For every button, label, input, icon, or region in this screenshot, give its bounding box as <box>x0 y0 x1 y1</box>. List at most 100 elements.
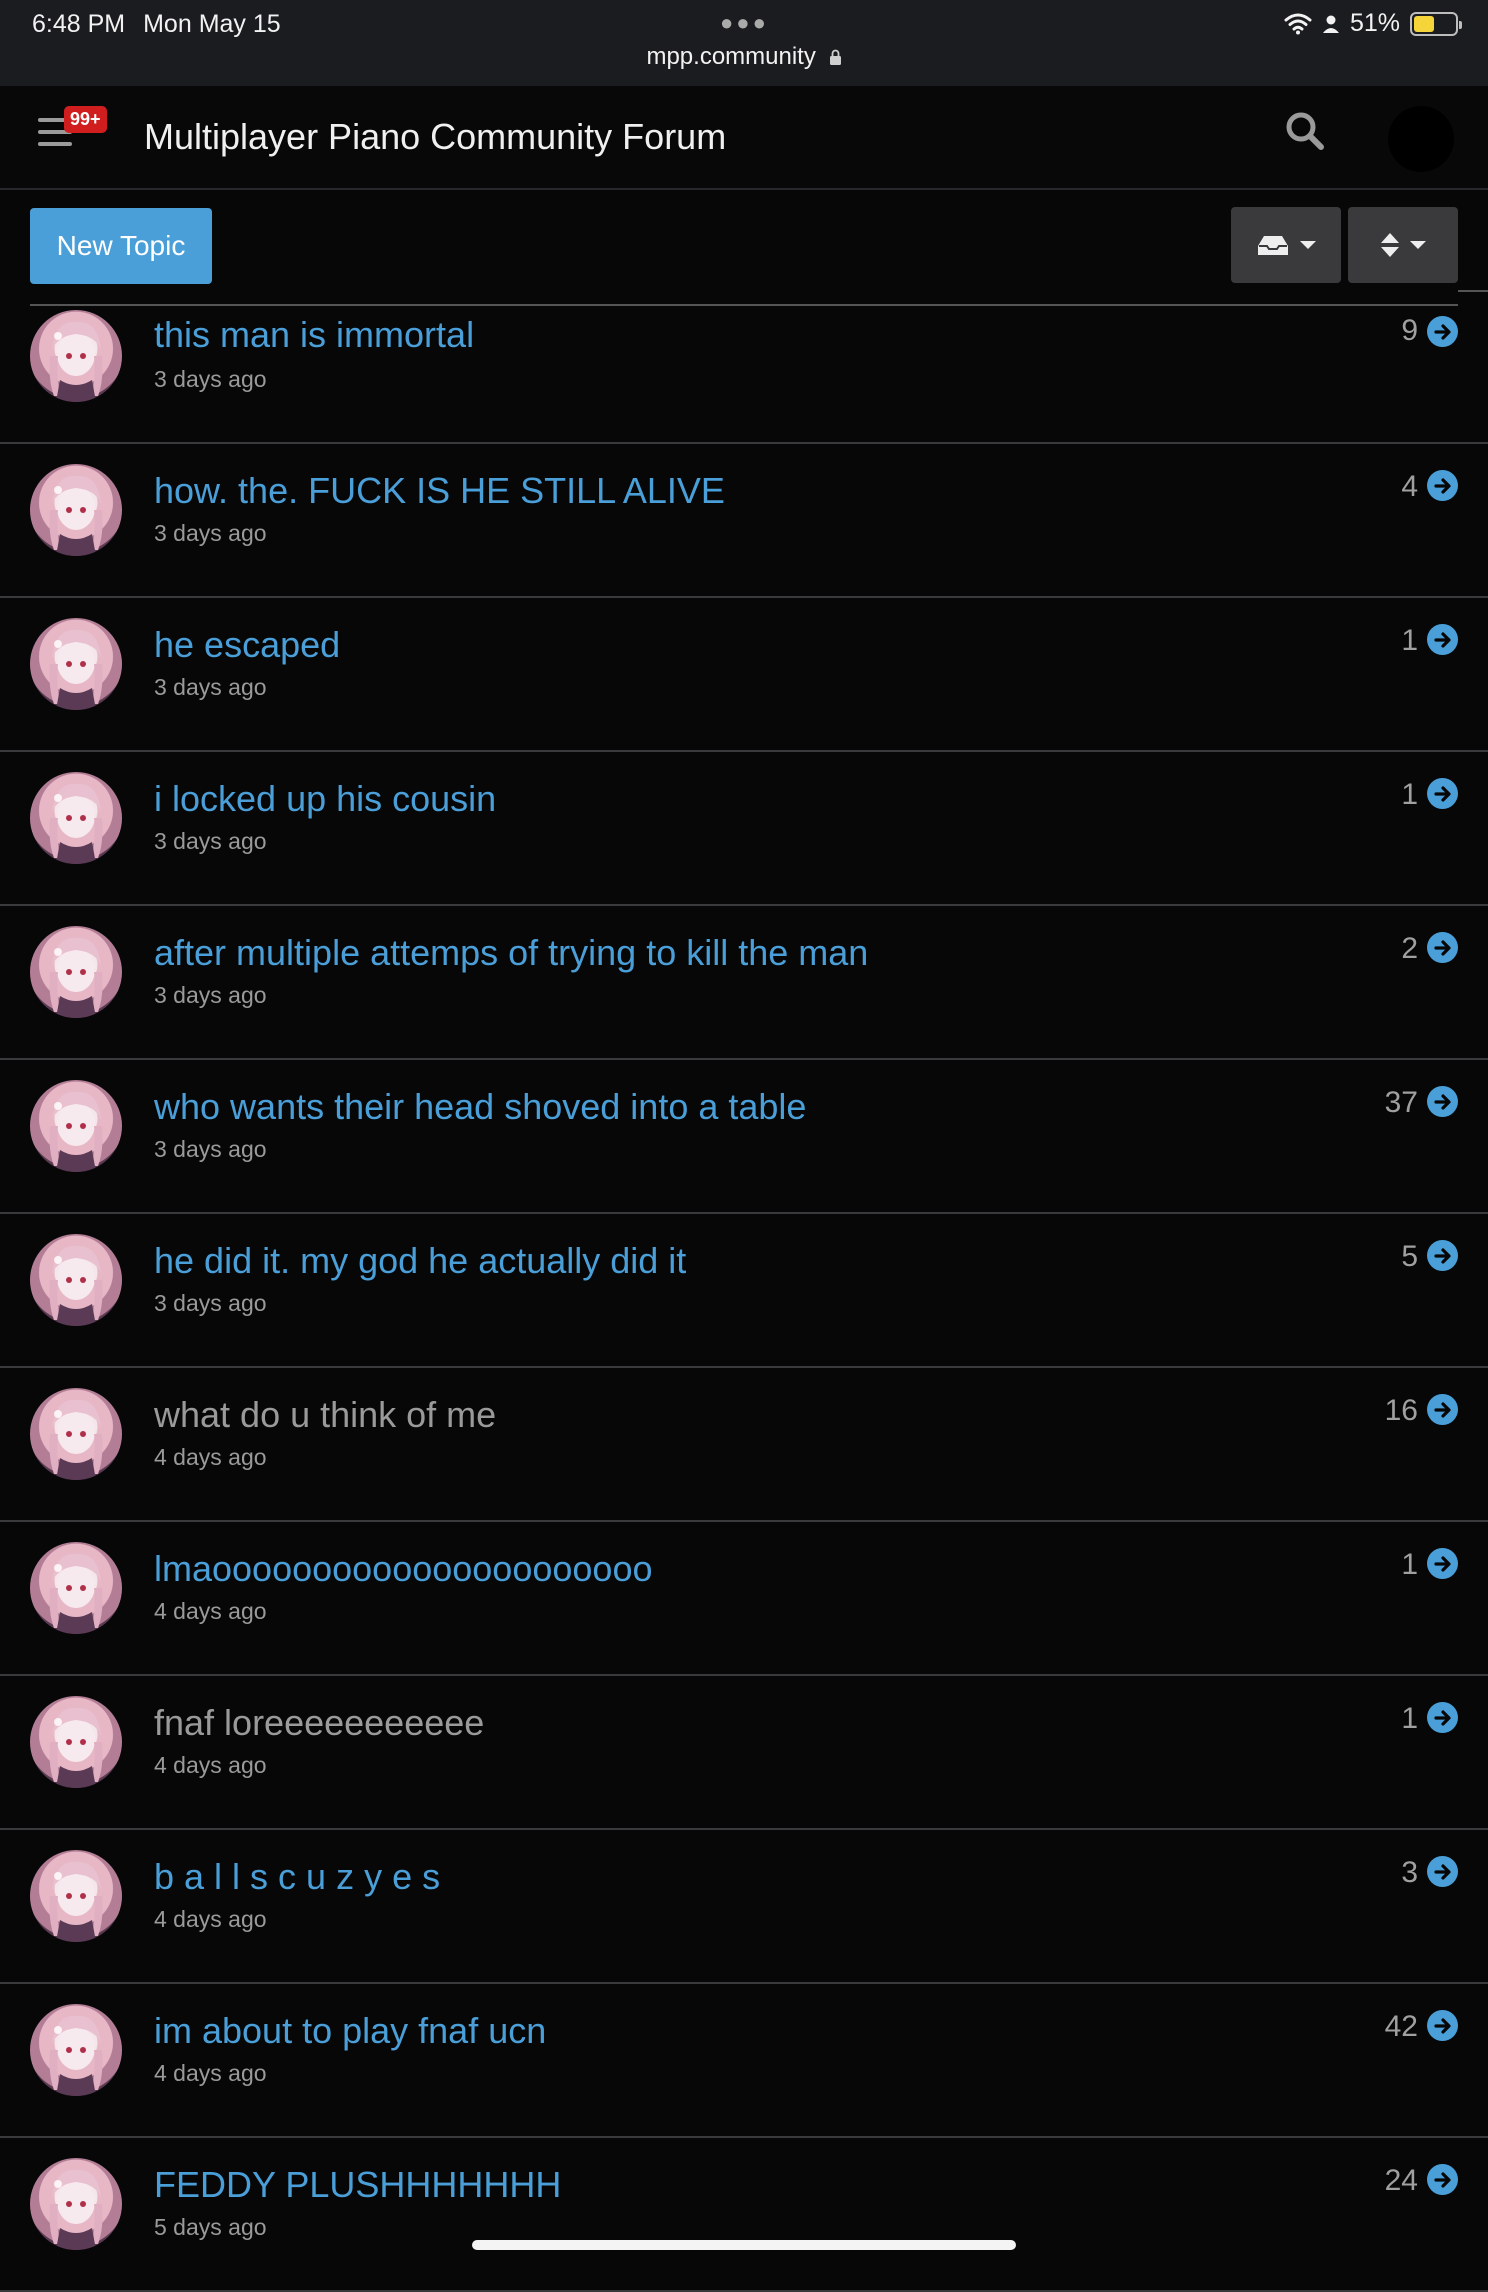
topic-reply-count: 1 <box>1401 778 1418 811</box>
topic-author-avatar[interactable] <box>30 926 122 1018</box>
arrow-circle-right-icon[interactable] <box>1427 778 1458 809</box>
topic-activity-time: 4 days ago <box>154 2060 267 2086</box>
arrow-circle-right-icon[interactable] <box>1427 470 1458 501</box>
topic-author-avatar[interactable] <box>30 772 122 864</box>
status-indicators: 51% <box>1284 9 1462 38</box>
topic-row[interactable]: im about to play fnaf ucn 4 days ago 42 <box>0 1984 1488 2138</box>
arrow-circle-right-icon[interactable] <box>1427 1702 1458 1733</box>
topic-row[interactable]: lmaoooooooooooooooooooooo 4 days ago 1 <box>0 1522 1488 1676</box>
topic-reply-count: 9 <box>1401 314 1418 347</box>
topic-row[interactable]: he escaped 3 days ago 1 <box>0 598 1488 752</box>
topic-title[interactable]: FEDDY PLUSHHHHHHH <box>154 2164 561 2206</box>
topic-title[interactable]: this man is immortal <box>154 314 474 356</box>
topic-title[interactable]: lmaoooooooooooooooooooooo <box>154 1548 652 1590</box>
avatar-portrait <box>49 1091 103 1172</box>
topic-list: this man is immortal 3 days ago 9 how. the.… <box>0 306 1488 2292</box>
topic-title[interactable]: im about to play fnaf ucn <box>154 2010 546 2052</box>
topic-reply-count: 3 <box>1401 1856 1418 1889</box>
topic-title[interactable]: after multiple attemps of trying to kill… <box>154 932 868 974</box>
more-dots-icon[interactable]: ●●● <box>720 10 769 36</box>
topic-title[interactable]: what do u think of me <box>154 1394 496 1436</box>
watch-filter-button[interactable] <box>1231 207 1341 283</box>
arrow-circle-right-icon[interactable] <box>1427 2010 1458 2041</box>
person-icon <box>1322 15 1339 33</box>
topic-author-avatar[interactable] <box>30 310 122 402</box>
status-clock: 6:48 PM Mon May 15 <box>32 10 281 39</box>
avatar-portrait <box>49 475 103 556</box>
user-avatar[interactable] <box>1388 106 1454 172</box>
topic-reply-count: 37 <box>1384 1086 1418 1119</box>
topic-activity-time: 4 days ago <box>154 1906 267 1932</box>
toolbar-divider-right <box>1458 290 1488 292</box>
url-text: mpp.community <box>646 43 816 70</box>
sort-button[interactable] <box>1348 207 1458 283</box>
topic-title[interactable]: how. the. FUCK IS HE STILL ALIVE <box>154 470 725 512</box>
topic-author-avatar[interactable] <box>30 464 122 556</box>
topic-activity-time: 4 days ago <box>154 1752 267 1778</box>
topic-title[interactable]: i locked up his cousin <box>154 778 496 820</box>
arrow-circle-right-icon[interactable] <box>1427 316 1458 347</box>
topic-reply-count: 2 <box>1401 932 1418 965</box>
topic-activity-time: 3 days ago <box>154 1290 267 1316</box>
topic-row[interactable]: b a l l s c u z y e s 4 days ago 3 <box>0 1830 1488 1984</box>
avatar-portrait <box>49 2015 103 2096</box>
new-topic-button[interactable]: New Topic <box>30 208 212 284</box>
chevron-down-icon <box>1410 241 1426 249</box>
topic-author-avatar[interactable] <box>30 2158 122 2250</box>
arrow-circle-right-icon[interactable] <box>1427 1856 1458 1887</box>
topic-activity-time: 3 days ago <box>154 520 267 546</box>
arrow-circle-right-icon[interactable] <box>1427 932 1458 963</box>
topic-title[interactable]: fnaf loreeeeeeeeeee <box>154 1702 484 1744</box>
status-date: Mon May 15 <box>143 10 281 38</box>
arrow-circle-right-icon[interactable] <box>1427 1548 1458 1579</box>
url-bar[interactable]: mpp.community <box>0 43 1488 71</box>
topic-author-avatar[interactable] <box>30 1234 122 1326</box>
topic-author-avatar[interactable] <box>30 1388 122 1480</box>
topic-author-avatar[interactable] <box>30 618 122 710</box>
arrow-circle-right-icon[interactable] <box>1427 624 1458 655</box>
avatar-portrait <box>49 1553 103 1634</box>
avatar-portrait <box>49 1399 103 1480</box>
topic-row[interactable]: how. the. FUCK IS HE STILL ALIVE 3 days a… <box>0 444 1488 598</box>
topic-activity-time: 3 days ago <box>154 1136 267 1162</box>
topic-row[interactable]: i locked up his cousin 3 days ago 1 <box>0 752 1488 906</box>
search-icon[interactable] <box>1280 106 1332 158</box>
topic-row[interactable]: he did it. my god he actually did it 3 da… <box>0 1214 1488 1368</box>
topic-row[interactable]: FEDDY PLUSHHHHHHH 5 days ago 24 <box>0 2138 1488 2292</box>
topic-row[interactable]: fnaf loreeeeeeeeeee 4 days ago 1 <box>0 1676 1488 1830</box>
topic-reply-count: 24 <box>1384 2164 1418 2197</box>
topic-title[interactable]: b a l l s c u z y e s <box>154 1856 440 1898</box>
arrow-circle-right-icon[interactable] <box>1427 1394 1458 1425</box>
topic-author-avatar[interactable] <box>30 1080 122 1172</box>
topic-author-avatar[interactable] <box>30 1696 122 1788</box>
topic-reply-count: 16 <box>1384 1394 1418 1427</box>
avatar-portrait <box>49 321 103 402</box>
topic-reply-count: 1 <box>1401 624 1418 657</box>
topic-activity-time: 4 days ago <box>154 1444 267 1470</box>
arrow-circle-right-icon[interactable] <box>1427 1086 1458 1117</box>
topic-title[interactable]: he escaped <box>154 624 340 666</box>
topic-reply-count: 4 <box>1401 470 1418 503</box>
topic-reply-count: 42 <box>1384 2010 1418 2043</box>
arrow-circle-right-icon[interactable] <box>1427 2164 1458 2195</box>
battery-fill <box>1414 15 1435 32</box>
status-time: 6:48 PM <box>32 10 126 38</box>
avatar-portrait <box>49 937 103 1018</box>
topic-author-avatar[interactable] <box>30 1542 122 1634</box>
topic-title[interactable]: he did it. my god he actually did it <box>154 1240 686 1282</box>
avatar-portrait <box>49 1245 103 1326</box>
topic-toolbar: New Topic <box>0 190 1488 306</box>
topic-row[interactable]: after multiple attemps of trying to kill… <box>0 906 1488 1060</box>
forum-title[interactable]: Multiplayer Piano Community Forum <box>144 116 726 158</box>
topic-title[interactable]: who wants their head shoved into a table <box>154 1086 806 1128</box>
sort-icon <box>1381 233 1399 257</box>
arrow-circle-right-icon[interactable] <box>1427 1240 1458 1271</box>
notification-badge[interactable]: 99+ <box>64 106 107 133</box>
avatar-portrait <box>49 1707 103 1788</box>
topic-author-avatar[interactable] <box>30 2004 122 2096</box>
topic-row[interactable]: this man is immortal 3 days ago 9 <box>0 306 1488 444</box>
home-indicator[interactable] <box>472 2240 1016 2250</box>
topic-author-avatar[interactable] <box>30 1850 122 1942</box>
topic-row[interactable]: who wants their head shoved into a table… <box>0 1060 1488 1214</box>
topic-row[interactable]: what do u think of me 4 days ago 16 <box>0 1368 1488 1522</box>
